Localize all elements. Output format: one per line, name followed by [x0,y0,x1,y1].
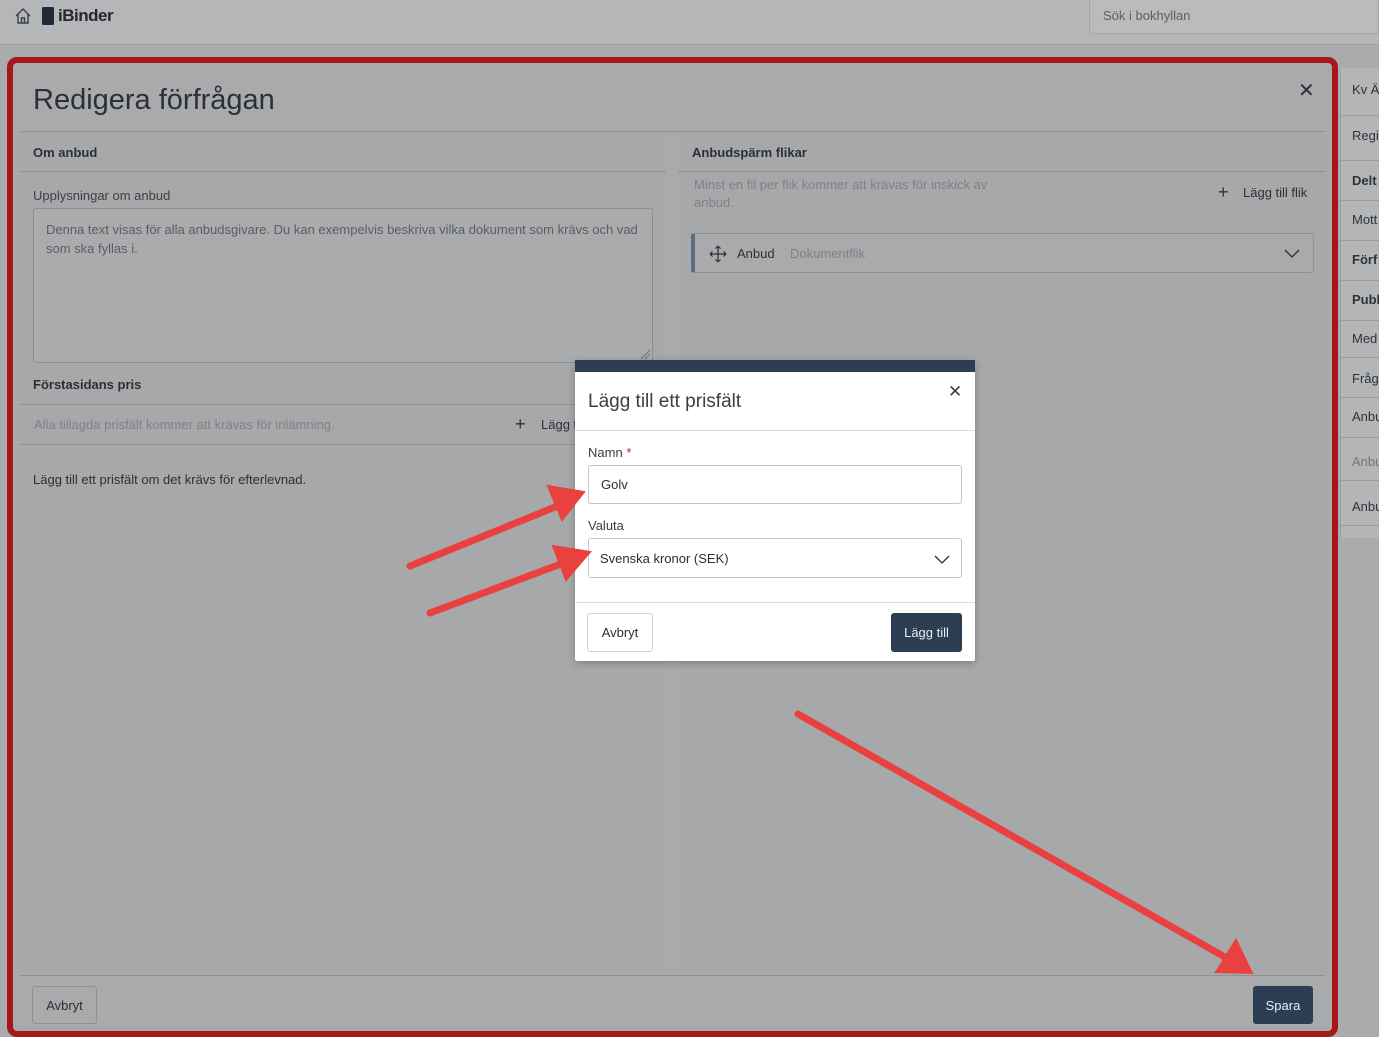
annotation-arrows [406,484,1254,975]
arrow-to-save-button [794,710,1234,964]
arrowhead [551,544,592,582]
arrow-to-currency-select [426,558,570,617]
arrow-to-name-field [406,501,564,570]
arrowhead [546,484,586,522]
